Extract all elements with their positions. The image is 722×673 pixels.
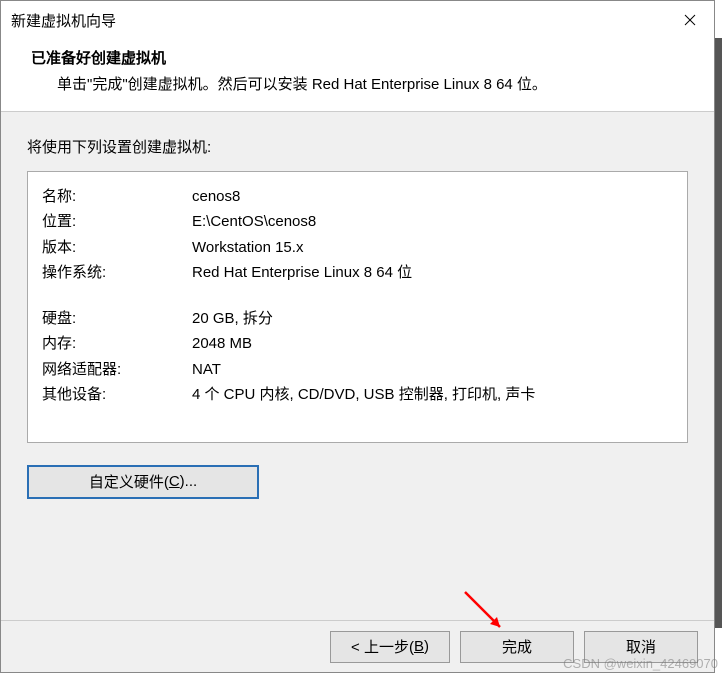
summary-value: Workstation 15.x <box>192 235 673 261</box>
customize-label-suffix: )... <box>180 473 198 490</box>
finish-label: 完成 <box>502 636 532 657</box>
summary-label: 名称: <box>42 184 192 210</box>
finish-button[interactable]: 完成 <box>460 631 574 663</box>
summary-row-name: 名称: cenos8 <box>42 184 673 210</box>
summary-row-network: 网络适配器: NAT <box>42 357 673 383</box>
summary-row-version: 版本: Workstation 15.x <box>42 235 673 261</box>
watermark-text: CSDN @weixin_42469070 <box>563 656 718 671</box>
back-label-suffix: ) <box>424 638 429 655</box>
close-icon <box>684 14 696 26</box>
summary-gap <box>42 286 673 306</box>
summary-row-memory: 内存: 2048 MB <box>42 331 673 357</box>
background-edge <box>715 38 722 628</box>
summary-value: E:\CentOS\cenos8 <box>192 209 673 235</box>
customize-accelerator: C <box>169 473 180 490</box>
wizard-header: 已准备好创建虚拟机 单击"完成"创建虚拟机。然后可以安装 Red Hat Ent… <box>1 39 714 112</box>
summary-row-devices: 其他设备: 4 个 CPU 内核, CD/DVD, USB 控制器, 打印机, … <box>42 382 673 408</box>
summary-value: NAT <box>192 357 673 383</box>
close-button[interactable] <box>667 5 712 35</box>
cancel-label: 取消 <box>626 636 656 657</box>
summary-row-location: 位置: E:\CentOS\cenos8 <box>42 209 673 235</box>
customize-label-prefix: 自定义硬件( <box>89 471 169 492</box>
summary-label: 内存: <box>42 331 192 357</box>
summary-value: cenos8 <box>192 184 673 210</box>
back-button[interactable]: < 上一步(B) <box>330 631 450 663</box>
wizard-subheading: 单击"完成"创建虚拟机。然后可以安装 Red Hat Enterprise Li… <box>57 74 694 97</box>
summary-label: 操作系统: <box>42 260 192 286</box>
wizard-heading: 已准备好创建虚拟机 <box>31 47 694 68</box>
summary-label: 位置: <box>42 209 192 235</box>
summary-intro: 将使用下列设置创建虚拟机: <box>27 136 688 157</box>
titlebar: 新建虚拟机向导 <box>1 1 714 39</box>
customize-row: 自定义硬件(C)... <box>27 465 688 499</box>
summary-label: 版本: <box>42 235 192 261</box>
customize-hardware-button[interactable]: 自定义硬件(C)... <box>27 465 259 499</box>
summary-value: Red Hat Enterprise Linux 8 64 位 <box>192 260 673 286</box>
summary-value: 20 GB, 拆分 <box>192 306 673 332</box>
new-vm-wizard-dialog: 新建虚拟机向导 已准备好创建虚拟机 单击"完成"创建虚拟机。然后可以安装 Red… <box>0 0 715 673</box>
summary-row-disk: 硬盘: 20 GB, 拆分 <box>42 306 673 332</box>
vm-settings-summary: 名称: cenos8 位置: E:\CentOS\cenos8 版本: Work… <box>27 171 688 443</box>
back-label-prefix: < 上一步( <box>351 636 414 657</box>
summary-row-os: 操作系统: Red Hat Enterprise Linux 8 64 位 <box>42 260 673 286</box>
summary-label: 网络适配器: <box>42 357 192 383</box>
summary-label: 其他设备: <box>42 382 192 408</box>
window-title: 新建虚拟机向导 <box>11 10 116 31</box>
summary-value: 2048 MB <box>192 331 673 357</box>
back-accelerator: B <box>414 638 424 655</box>
summary-value: 4 个 CPU 内核, CD/DVD, USB 控制器, 打印机, 声卡 <box>192 382 673 408</box>
wizard-content: 将使用下列设置创建虚拟机: 名称: cenos8 位置: E:\CentOS\c… <box>1 112 714 621</box>
summary-label: 硬盘: <box>42 306 192 332</box>
